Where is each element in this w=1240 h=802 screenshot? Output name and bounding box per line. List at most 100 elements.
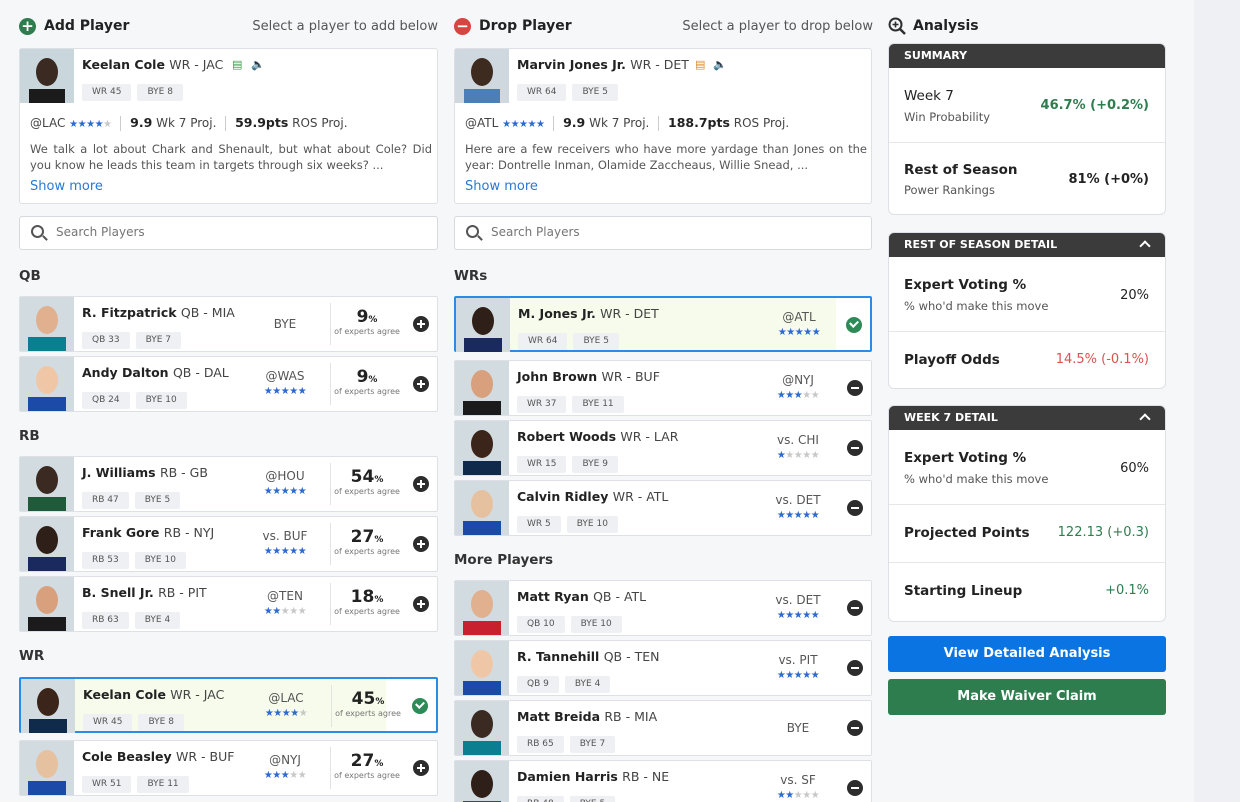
rank-tag: RB 65 [517, 736, 564, 753]
player-name[interactable]: Frank Gore RB - NYJ [82, 525, 214, 540]
week-proj-value: 9.9 [563, 115, 586, 130]
player-name[interactable]: Keelan Cole WR - JAC [83, 687, 224, 702]
add-player-row[interactable]: R. Fitzpatrick QB - MIA QB 33 BYE 7 BYE 9% of… [19, 296, 438, 352]
player-name[interactable]: Matt Ryan QB - ATL [517, 589, 646, 604]
add-search-box[interactable] [19, 216, 438, 250]
matchup-stars: ★★★★★ [264, 708, 308, 719]
remove-icon[interactable] [847, 380, 863, 396]
week-label: Week 7 [904, 88, 954, 104]
player-name[interactable]: R. Fitzpatrick QB - MIA [82, 305, 235, 320]
audio-icon[interactable]: 🔈 [713, 58, 727, 71]
add-icon[interactable] [413, 476, 429, 492]
add-icon[interactable] [413, 760, 429, 776]
player-name[interactable]: Cole Beasley WR - BUF [82, 749, 234, 764]
player-tags: QB 33 BYE 7 [82, 327, 187, 349]
player-name[interactable]: Damien Harris RB - NE [517, 769, 669, 784]
player-name[interactable]: Robert Woods WR - LAR [517, 429, 678, 444]
view-detailed-analysis-button[interactable]: View Detailed Analysis [888, 636, 1166, 672]
add-player-row[interactable]: J. Williams RB - GB RB 47 BYE 5 @HOU ★★★★★ 54… [19, 456, 438, 512]
drop-player-row[interactable]: Robert Woods WR - LAR WR 15 BYE 9 vs. CHI ★★… [454, 420, 872, 476]
card-player-name[interactable]: Marvin Jones Jr. WR - DET [517, 57, 689, 72]
matchup-stars: ★★★★★ [776, 450, 820, 461]
add-player-row[interactable]: Frank Gore RB - NYJ RB 53 BYE 10 vs. BUF ★★★… [19, 516, 438, 572]
news-icon[interactable]: ▤ [695, 58, 705, 71]
remove-icon[interactable] [847, 440, 863, 456]
player-photo [21, 679, 75, 733]
add-player-row[interactable]: Andy Dalton QB - DAL QB 24 BYE 10 @WAS ★★★★★… [19, 356, 438, 412]
bye-tag: BYE 8 [138, 714, 184, 731]
bye-tag: BYE 8 [137, 84, 183, 101]
chevron-up-icon[interactable] [1139, 240, 1151, 252]
bye-tag: BYE 10 [570, 616, 622, 633]
remove-icon[interactable] [847, 660, 863, 676]
week-detail-panel: WEEK 7 DETAIL Expert Voting % % who'd ma… [888, 405, 1166, 622]
drop-search-input[interactable] [491, 225, 851, 239]
player-photo [20, 297, 74, 351]
add-player-row[interactable]: Keelan Cole WR - JAC WR 45 BYE 8 @LAC ★★★★★ 4… [19, 677, 438, 733]
drop-player-row[interactable]: Matt Ryan QB - ATL QB 10 BYE 10 vs. DET ★★★★… [454, 580, 872, 636]
news-icon[interactable]: ▤ [232, 58, 242, 71]
bye-tag: BYE 4 [134, 612, 181, 629]
check-icon[interactable] [846, 317, 862, 333]
player-tags: RB 65 BYE 7 [517, 731, 621, 753]
player-photo [455, 49, 509, 103]
add-icon[interactable] [413, 596, 429, 612]
player-name[interactable]: John Brown WR - BUF [517, 369, 660, 384]
rank-tag: WR 64 [517, 84, 567, 101]
drop-player-row[interactable]: Calvin Ridley WR - ATL WR 5 BYE 10 vs. DET ★… [454, 480, 872, 536]
rank-tag: QB 9 [517, 676, 559, 693]
remove-icon[interactable] [847, 780, 863, 796]
drop-player-row[interactable]: John Brown WR - BUF WR 37 BYE 11 @NYJ ★★★★★ [454, 360, 872, 416]
add-icon[interactable] [413, 316, 429, 332]
chevron-up-icon[interactable] [1139, 413, 1151, 425]
expert-agree: 54% of experts agree [330, 463, 403, 505]
player-name[interactable]: Matt Breida RB - MIA [517, 709, 657, 724]
drop-player-row[interactable]: Damien Harris RB - NE RB 48 BYE 5 vs. SF ★★★… [454, 760, 872, 802]
player-name[interactable]: J. Williams RB - GB [82, 465, 208, 480]
drop-player-row[interactable]: M. Jones Jr. WR - DET WR 64 BYE 5 @ATL ★★★★★ [454, 296, 872, 352]
expert-agree: 27% of experts agree [330, 523, 403, 565]
add-icon[interactable] [413, 376, 429, 392]
drop-player-title: Drop Player [479, 18, 572, 34]
expert-agree: 9% of experts agree [330, 363, 403, 405]
summary-header: SUMMARY [889, 44, 1165, 68]
show-more-link[interactable]: Show more [465, 179, 538, 194]
make-waiver-claim-button[interactable]: Make Waiver Claim [888, 679, 1166, 715]
player-name[interactable]: M. Jones Jr. WR - DET [518, 306, 659, 321]
player-photo [455, 421, 509, 475]
card-player-name[interactable]: Keelan Cole WR - JAC [82, 57, 223, 72]
matchup-stars: ★★★★★ [69, 119, 112, 130]
check-icon[interactable] [412, 698, 428, 714]
expert-agree-label: of experts agree [334, 487, 400, 496]
drop-player-row[interactable]: Matt Breida RB - MIA RB 65 BYE 7 BYE [454, 700, 872, 756]
add-player-row[interactable]: Cole Beasley WR - BUF WR 51 BYE 11 @NYJ ★★★★… [19, 740, 438, 796]
rank-tag: RB 63 [82, 612, 129, 629]
player-name[interactable]: B. Snell Jr. RB - PIT [82, 585, 207, 600]
rank-tag: WR 45 [82, 84, 132, 101]
week-detail-header[interactable]: WEEK 7 DETAIL [889, 406, 1165, 430]
remove-icon[interactable] [847, 720, 863, 736]
opponent: BYE [786, 721, 810, 735]
remove-icon[interactable] [847, 600, 863, 616]
drop-player-row[interactable]: R. Tannehill QB - TEN QB 9 BYE 4 vs. PIT ★★★… [454, 640, 872, 696]
player-name[interactable]: R. Tannehill QB - TEN [517, 649, 659, 664]
player-tags: WR 15 BYE 9 [517, 451, 624, 473]
matchup-stars: ★★★★★ [263, 486, 307, 497]
add-player-hint: Select a player to add below [252, 19, 438, 34]
ros-detail-header[interactable]: REST OF SEASON DETAIL [889, 233, 1165, 257]
projection-row: @ATL ★★★★★ 9.9 Wk 7 Proj. 188.7pts ROS P… [465, 115, 789, 131]
add-search-input[interactable] [56, 225, 416, 239]
audio-icon[interactable]: 🔈 [251, 58, 265, 71]
player-name[interactable]: Calvin Ridley WR - ATL [517, 489, 668, 504]
matchup-stars: ★★★★★ [776, 790, 820, 801]
opponent: @LAC [268, 691, 304, 705]
expert-voting-value: 60% [1120, 461, 1149, 476]
player-name[interactable]: Andy Dalton QB - DAL [82, 365, 229, 380]
show-more-link[interactable]: Show more [30, 179, 103, 194]
drop-search-box[interactable] [454, 216, 872, 250]
add-icon[interactable] [413, 536, 429, 552]
bye-tag: BYE 7 [569, 736, 616, 753]
remove-icon[interactable] [847, 500, 863, 516]
add-player-row[interactable]: B. Snell Jr. RB - PIT RB 63 BYE 4 @TEN ★★★★★… [19, 576, 438, 632]
player-photo [20, 357, 74, 411]
